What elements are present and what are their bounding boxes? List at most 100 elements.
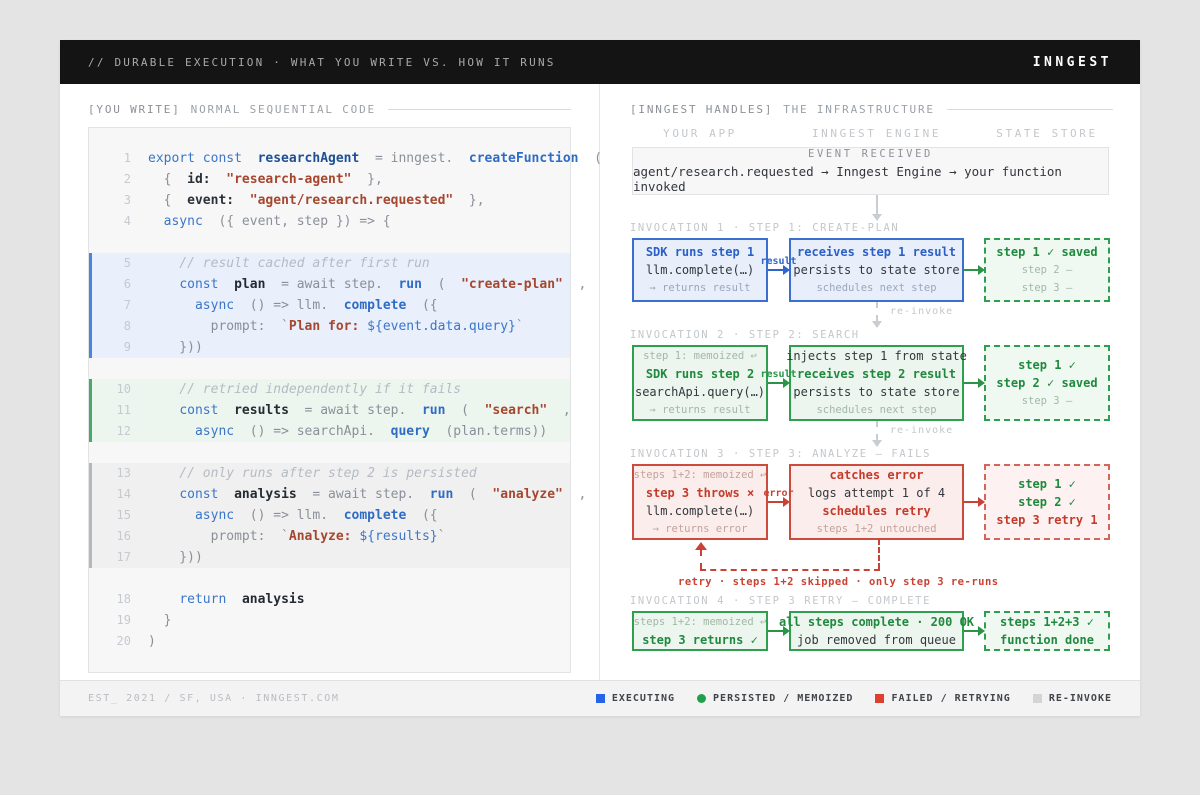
header-bar: // DURABLE EXECUTION · WHAT YOU WRITE VS… [60,40,1140,84]
line-number: 5 [105,253,131,274]
box-line: searchApi.query(…) [635,385,765,399]
column-header-inngest-engine: INNGEST ENGINE [789,127,964,140]
retry-segment-horizontal [700,569,880,571]
code-token: ` [438,529,446,544]
code-token: return [179,592,226,607]
line-number: 20 [105,631,131,652]
arrow-line [876,421,878,440]
box-line: step 1 ✓ [1018,477,1076,491]
code-line: 7 async () => llm. complete ({ [89,295,570,316]
line-number [105,442,131,463]
code-token: = await step. [289,403,422,418]
line-number: 17 [105,547,131,568]
event-flow-arrow [630,195,1113,222]
code-token: "search" [485,403,548,418]
line-number: 1 [105,148,131,169]
code-line: 14 const analysis = await step. run ( "a… [89,484,570,505]
arrow-head-icon [872,440,882,447]
code-token: = await step. [297,487,430,502]
legend-item: EXECUTING [596,693,675,704]
section-rule [947,109,1113,110]
line-number: 3 [105,190,131,211]
arrow-head-icon [872,321,882,328]
column-gap [964,127,984,140]
arrow-label: result [760,369,796,380]
engine-to-state-arrow [964,464,984,540]
code-section-tag: [YOU WRITE] [88,103,181,116]
code-token: "create-plan" [461,277,563,292]
code-token: ( [453,487,492,502]
invocation-section: INVOCATION 3 · STEP 3: ANALYZE — FAILS st… [630,448,1113,588]
legend-label: RE-INVOKE [1049,693,1112,704]
code-token: async [195,298,234,313]
app-to-engine-arrow: result [768,238,789,302]
event-received-box: EVENT RECEIVED agent/research.requested … [632,147,1109,195]
state-box: step 1 ✓ savedstep 2 –step 3 – [984,238,1110,302]
box-line: job removed from queue [797,633,956,647]
code-line: 10 // retried independently if it fails [89,379,570,400]
code-token: researchAgent [258,151,360,166]
code-token: () => searchApi. [234,424,391,439]
code-line: 4 async ({ event, step }) => { [89,211,570,232]
reinvoke-label: re-invoke [890,306,953,317]
invocation-section: INVOCATION 2 · STEP 2: SEARCH step 1: mem… [630,329,1113,448]
app-box: step 1: memoized ↩SDK runs step 2searchA… [632,345,768,421]
app-box: SDK runs step 1llm.complete(…)→ returns … [632,238,768,302]
code-token [218,403,234,418]
code-token: })) [148,550,203,565]
code-token [148,592,179,607]
code-token [242,151,258,166]
legend-swatch-icon [1033,694,1042,703]
code-line: 16 prompt: `Analyze: ${results}` [89,526,570,547]
infra-section-tag: [INNGEST HANDLES] [630,103,773,116]
code-token: async [164,214,203,229]
retry-loop [632,540,1113,572]
box-line: steps 1+2 untouched [816,522,936,536]
code-token: const [179,277,218,292]
event-detail: agent/research.requested → Inngest Engin… [633,164,1108,194]
box-line: logs attempt 1 of 4 [808,486,945,500]
box-line: step 2 – [1022,263,1073,277]
arrow-line [768,630,784,632]
legend-item: RE-INVOKE [1033,693,1112,704]
code-token: run [422,403,445,418]
code-token: , [547,403,570,418]
arrow-line [768,269,784,271]
arrow-line [768,501,784,503]
box-line: receives step 2 result [797,367,956,381]
code-token [226,592,242,607]
box-line: llm.complete(…) [646,504,754,518]
code-token: }, [453,193,484,208]
box-line: llm.complete(…) [646,263,754,277]
column-gap [768,127,789,140]
code-token: ({ [406,508,437,523]
invocation-label: INVOCATION 3 · STEP 3: ANALYZE — FAILS [630,448,1113,460]
arrow-head-icon [978,626,985,636]
legend-label: EXECUTING [612,693,675,704]
code-token: })) [148,340,203,355]
line-number: 8 [105,316,131,337]
invocation-label: INVOCATION 2 · STEP 2: SEARCH [630,329,1113,341]
arrow-head-icon [783,626,790,636]
code-token [148,214,164,229]
line-number: 11 [105,400,131,421]
code-line: 1export const researchAgent = inngest. c… [89,148,570,169]
code-line: 19 } [89,610,570,631]
code-token: = await step. [265,277,398,292]
code-token: prompt: ` [148,319,289,334]
box-line: function done [1000,633,1094,647]
code-line: 5 // result cached after first run [89,253,570,274]
legend-item: PERSISTED / MEMOIZED [697,693,853,704]
code-token: Analyze: [289,529,359,544]
code-token: createFunction [469,151,579,166]
box-line: → returns error [653,522,748,536]
engine-box: catches errorlogs attempt 1 of 4schedule… [789,464,964,540]
app-box: steps 1+2: memoized ↩step 3 returns ✓ [632,611,768,651]
code-token [234,193,250,208]
code-token: ({ event, step }) => { [203,214,391,229]
code-token: run [398,277,421,292]
code-token: async [195,424,234,439]
code-token: id: [187,172,210,187]
line-number: 14 [105,484,131,505]
code-line: 17 })) [89,547,570,568]
